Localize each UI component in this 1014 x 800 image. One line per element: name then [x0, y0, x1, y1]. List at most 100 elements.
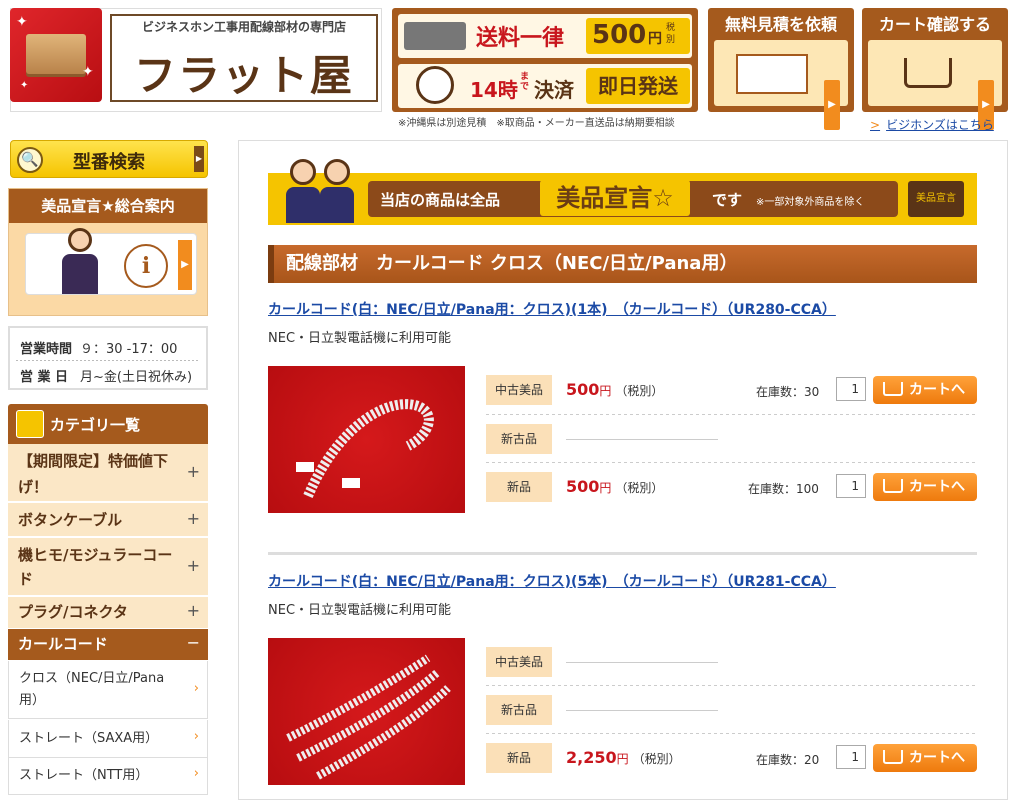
clock-icon: [416, 66, 454, 104]
quality-seal-icon: 美品宣言: [908, 181, 964, 217]
expand-icon[interactable]: +: [187, 601, 200, 620]
add-to-cart-label: カートへ: [909, 750, 965, 766]
add-to-cart-button[interactable]: カートへ: [873, 376, 977, 404]
guide-banner[interactable]: 美品宣言★総合案内 i ▶: [8, 188, 208, 316]
expand-icon[interactable]: +: [187, 462, 200, 481]
free-quote-button[interactable]: 無料見積を依頼 ▶: [708, 8, 854, 130]
condition-label: 中古美品: [486, 647, 552, 677]
guide-panel: i ▶: [25, 228, 197, 295]
business-link-label: ビジホンズはこちら: [886, 118, 994, 132]
condition-label: 中古美品: [486, 375, 552, 405]
same-day-badge: 即日発送: [586, 68, 690, 104]
subcategory-label-cont: 用）: [19, 693, 46, 708]
hours-label: 営業時間: [20, 342, 73, 357]
category-label-cont: げ！: [18, 478, 49, 496]
shipping-cutoff-row: 14時 まで 決済 即日発送: [398, 64, 692, 108]
section-title: 配線部材 カールコード クロス（NEC/日立/Pana用）: [268, 245, 977, 283]
category-label: カールコード: [18, 635, 108, 653]
price-tax: （税別）: [615, 384, 664, 398]
magnifier-icon: 🔍: [17, 147, 43, 173]
flat-tax: 税別: [666, 23, 676, 45]
shipping-note: ※沖縄県は別途見積 ※取商品・メーカー直送品は納期要相談: [398, 118, 675, 129]
staff-illustration: [286, 159, 356, 223]
quantity-input[interactable]: 1: [836, 745, 866, 769]
subcategory-label: ストレート（SAXA用）: [19, 731, 159, 746]
subcategory-cross[interactable]: クロス（NEC/日立/Pana 用） ›: [8, 661, 208, 719]
curl-cord-bundle-illustration: [286, 654, 451, 780]
stock-count: 在庫数：100: [748, 482, 819, 496]
free-quote-label: 無料見積を依頼: [724, 15, 837, 34]
cart-icon: [883, 382, 903, 396]
cart-check-label: カート確認する: [878, 15, 991, 34]
list-icon: [16, 410, 44, 438]
price-unit: 円: [599, 384, 612, 398]
category-title: カテゴリ一覧: [50, 416, 141, 434]
add-to-cart-label: カートへ: [909, 479, 965, 495]
category-button-cable[interactable]: ボタンケーブル +: [8, 503, 208, 537]
stock-count: 在庫数：20: [756, 753, 820, 767]
row-divider: [486, 733, 977, 734]
product-image[interactable]: [268, 638, 465, 785]
quantity-input[interactable]: 1: [836, 474, 866, 498]
condition-label: 新品: [486, 743, 552, 773]
price-tax: （税別）: [615, 481, 664, 495]
shopping-cart-icon: [904, 58, 952, 88]
curl-cord-illustration: [296, 399, 434, 498]
stock-count: 在庫数：30: [756, 385, 820, 399]
model-search-button[interactable]: 🔍 型番検索 ▶: [10, 140, 208, 178]
chevron-right-icon: ›: [193, 729, 199, 744]
price: 2,250円 （税別）: [566, 748, 681, 767]
category-modular-cord[interactable]: 機ヒモ/モジュラーコー ド +: [8, 538, 208, 596]
cart-icon: [883, 750, 903, 764]
info-icon: i: [124, 244, 168, 288]
product-image[interactable]: [268, 366, 465, 513]
flat-price: 500: [592, 20, 647, 50]
row-divider: [486, 462, 977, 463]
chevron-right-icon: ›: [193, 681, 199, 696]
days-value: 月~金(土日祝休み): [80, 370, 193, 385]
unavailable-line: [566, 439, 718, 440]
price: 500円 （税別）: [566, 477, 663, 496]
expand-icon[interactable]: +: [187, 509, 200, 528]
add-to-cart-button[interactable]: カートへ: [873, 744, 977, 772]
collapse-icon[interactable]: −: [187, 633, 200, 652]
section-title-bar: [268, 245, 274, 283]
price-unit: 円: [616, 752, 629, 766]
cutoff-suffix: まで: [520, 72, 530, 92]
row-divider: [486, 414, 977, 415]
truck-icon: [404, 22, 466, 50]
row-divider: [486, 685, 977, 686]
business-phones-link[interactable]: > ビジホンズはこちら: [870, 116, 994, 133]
logo-tagline: ビジネスホン工事用配線部材の専門店: [141, 20, 346, 34]
condition-label: 新古品: [486, 695, 552, 725]
flat-price-badge: 500 円 税別: [586, 18, 690, 54]
quantity-input[interactable]: 1: [836, 377, 866, 401]
add-to-cart-button[interactable]: カートへ: [873, 473, 977, 501]
business-hours: 営業時間 ９：30 -17：00 営 業 日月~金(土日祝休み): [8, 326, 208, 390]
category-sale[interactable]: 【期間限定】特価値下 げ！ +: [8, 444, 208, 502]
chevron-right-icon: >: [870, 118, 881, 132]
category-label-cont: ド: [18, 570, 34, 588]
subcategory-straight-ntt[interactable]: ストレート（NTT用） ›: [8, 758, 208, 795]
banner-text-2: 美品宣言☆: [540, 180, 690, 216]
price-unit: 円: [599, 481, 612, 495]
banner-text-4: ※一部対象外商品を除く: [756, 197, 865, 208]
category-plug-connector[interactable]: プラグ/コネクタ +: [8, 597, 208, 629]
days-label: 営 業 日: [20, 370, 69, 385]
cutoff-time: 14時: [470, 78, 518, 102]
product-title-link[interactable]: カールコード(白：NEC/日立/Pana用：クロス)(1本) （カールコード）（…: [268, 299, 836, 319]
logo-name: フラット屋: [133, 51, 354, 100]
product-divider: [268, 552, 977, 555]
chevron-right-icon: ▶: [194, 146, 204, 172]
quote-form-icon: ▶: [714, 40, 848, 130]
subcategory-straight-saxa[interactable]: ストレート（SAXA用） ›: [8, 720, 208, 758]
chevron-right-icon: ›: [193, 766, 199, 781]
cart-icon: [883, 479, 903, 493]
category-curl-cord[interactable]: カールコード −: [8, 629, 208, 661]
form-icon: [736, 54, 808, 94]
category-label: プラグ/コネクタ: [18, 603, 128, 621]
hours-value: ９：30 -17：00: [80, 342, 178, 357]
expand-icon[interactable]: +: [187, 556, 200, 575]
product-title-link[interactable]: カールコード(白：NEC/日立/Pana用：クロス)(5本) （カールコード）（…: [268, 571, 836, 591]
cart-check-button[interactable]: カート確認する ▶: [862, 8, 1008, 130]
